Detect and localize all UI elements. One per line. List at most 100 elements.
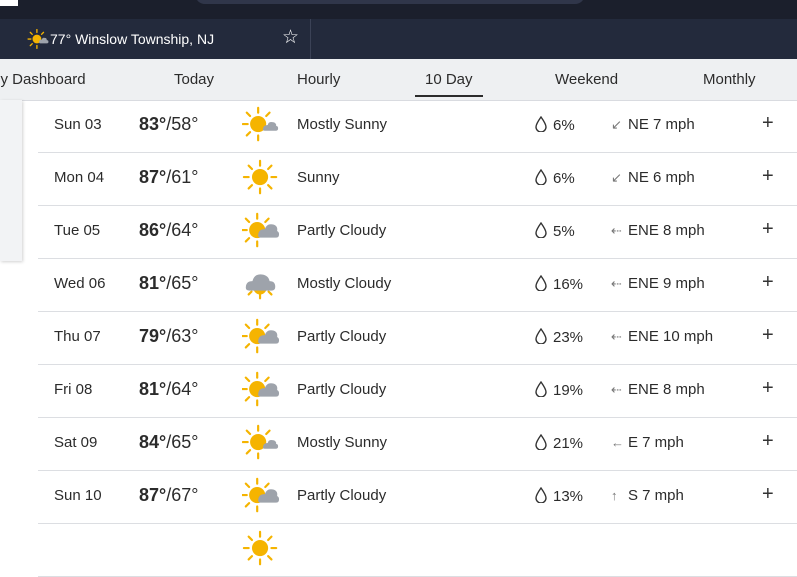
precip-chance: 5% [535, 222, 575, 240]
low-temp: 64° [171, 220, 199, 240]
forecast-row-partial [38, 524, 797, 577]
condition-label: Mostly Sunny [297, 434, 388, 451]
expand-plus-icon[interactable]: + [762, 271, 774, 294]
star-icon[interactable]: ☆ [282, 27, 299, 49]
precip-value: 6% [553, 170, 575, 187]
corner-fragment [0, 0, 18, 6]
wind-direction-icon: ↑ [611, 488, 618, 503]
day-label: Thu 07 [54, 328, 101, 345]
condition-label: Mostly Cloudy [297, 275, 392, 292]
tab-monthly[interactable]: Monthly [703, 71, 756, 88]
condition-label: Partly Cloudy [297, 487, 387, 504]
precip-chance: 16% [535, 275, 583, 293]
high-temp: 87° [139, 167, 167, 187]
wind-value: ENE 10 mph [628, 328, 714, 345]
mostly-sunny-icon [242, 424, 279, 460]
precip-chance: 6% [535, 116, 575, 134]
low-temp: 63° [171, 326, 199, 346]
condition-label: Mostly Sunny [297, 116, 388, 133]
wind-info: ↙ NE 7 mph [611, 116, 695, 133]
condition-label: Partly Cloudy [297, 328, 387, 345]
precip-value: 21% [553, 435, 584, 452]
tab-hourly[interactable]: Hourly [297, 71, 340, 88]
low-temp: 65° [171, 432, 199, 452]
location-label: 77° Winslow Township, NJ [50, 31, 215, 47]
low-temp: 58° [171, 114, 199, 134]
search-bar[interactable] [195, 0, 585, 4]
wind-value: ENE 8 mph [628, 222, 705, 239]
day-label: Tue 05 [54, 222, 101, 239]
forecast-row[interactable]: Sat 09 84°/65° Mostly Sunny 21% ← E 7 mph… [38, 418, 797, 471]
raindrop-icon [535, 487, 547, 503]
forecast-row[interactable]: Tue 05 86°/64° Partly Cloudy 5% ⇠ ENE 8 m… [38, 206, 797, 259]
temperature-range: 87°/61° [139, 167, 199, 187]
forecast-nav: My Dashboard Today Hourly 10 Day Weekend… [0, 59, 797, 101]
wind-direction-icon: ⇠ [611, 329, 622, 344]
expand-plus-icon[interactable]: + [762, 324, 774, 347]
precip-value: 23% [553, 329, 584, 346]
high-temp: 84° [139, 432, 167, 452]
wind-direction-icon: ← [611, 435, 624, 450]
temperature-range: 81°/65° [139, 273, 199, 293]
wind-value: ENE 9 mph [628, 275, 705, 292]
precip-chance: 6% [535, 169, 575, 187]
high-temp: 87° [139, 485, 167, 505]
wind-info: ⇠ ENE 8 mph [611, 381, 705, 398]
wind-direction-icon: ↙ [611, 117, 622, 132]
mostly-cloudy-icon [245, 274, 276, 300]
precip-chance: 21% [535, 434, 583, 452]
temperature-range: 86°/64° [139, 220, 199, 240]
mostly-sunny-icon [27, 28, 49, 50]
forecast-row[interactable]: Sun 03 83°/58° Mostly Sunny 6% ↙ NE 7 mph… [38, 100, 797, 153]
day-label: Fri 08 [54, 381, 93, 398]
forecast-list: Sun 03 83°/58° Mostly Sunny 6% ↙ NE 7 mph… [38, 100, 797, 577]
low-temp: 67° [171, 485, 199, 505]
forecast-row[interactable]: Thu 07 79°/63° Partly Cloudy 23% ⇠ ENE 10… [38, 312, 797, 365]
precip-value: 16% [553, 276, 584, 293]
wind-direction-icon: ⇠ [611, 276, 622, 291]
expand-plus-icon[interactable]: + [762, 377, 774, 400]
high-temp: 86° [139, 220, 167, 240]
precip-value: 6% [553, 117, 575, 134]
expand-plus-icon[interactable]: + [762, 112, 774, 135]
expand-plus-icon[interactable]: + [762, 165, 774, 188]
forecast-row[interactable]: Sun 10 87°/67° Partly Cloudy 13% ↑ S 7 mp… [38, 471, 797, 524]
condition-label: Partly Cloudy [297, 222, 387, 239]
low-temp: 64° [171, 379, 199, 399]
expand-plus-icon[interactable]: + [762, 218, 774, 241]
partly-cloudy-icon [242, 371, 280, 407]
wind-value: S 7 mph [628, 487, 684, 504]
tab-10-day[interactable]: 10 Day [415, 71, 482, 97]
day-label: Sun 03 [54, 116, 102, 133]
raindrop-icon [535, 116, 547, 132]
forecast-row[interactable]: Mon 04 87°/61° Sunny 6% ↙ NE 6 mph + [38, 153, 797, 206]
raindrop-icon [535, 222, 547, 238]
wind-direction-icon: ↙ [611, 170, 622, 185]
wind-value: NE 6 mph [628, 169, 695, 186]
precip-chance: 23% [535, 328, 583, 346]
low-temp: 65° [171, 273, 199, 293]
partly-cloudy-icon [242, 477, 280, 513]
tab-my-dashboard[interactable]: My Dashboard [0, 71, 86, 88]
forecast-row[interactable]: Wed 06 81°/65° Mostly Cloudy 16% ⇠ ENE 9 … [38, 259, 797, 312]
partly-cloudy-icon [242, 318, 280, 354]
forecast-row[interactable]: Fri 08 81°/64° Partly Cloudy 19% ⇠ ENE 8 … [38, 365, 797, 418]
tab-weekend[interactable]: Weekend [555, 71, 618, 88]
temperature-range: 83°/58° [139, 114, 199, 134]
saved-location-chip[interactable]: 77° Winslow Township, NJ ☆ [0, 19, 311, 59]
expand-plus-icon[interactable]: + [762, 483, 774, 506]
wind-direction-icon: ⇠ [611, 223, 622, 238]
temperature-range: 87°/67° [139, 485, 199, 505]
precip-value: 5% [553, 223, 575, 240]
tab-today[interactable]: Today [174, 71, 214, 88]
wind-info: ⇠ ENE 9 mph [611, 275, 705, 292]
wind-value: NE 7 mph [628, 116, 695, 133]
wind-value: E 7 mph [628, 434, 684, 451]
wind-info: ↑ S 7 mph [611, 487, 684, 504]
precip-chance: 19% [535, 381, 583, 399]
raindrop-icon [535, 434, 547, 450]
wind-value: ENE 8 mph [628, 381, 705, 398]
raindrop-icon [535, 381, 547, 397]
expand-plus-icon[interactable]: + [762, 430, 774, 453]
day-label: Sat 09 [54, 434, 98, 451]
